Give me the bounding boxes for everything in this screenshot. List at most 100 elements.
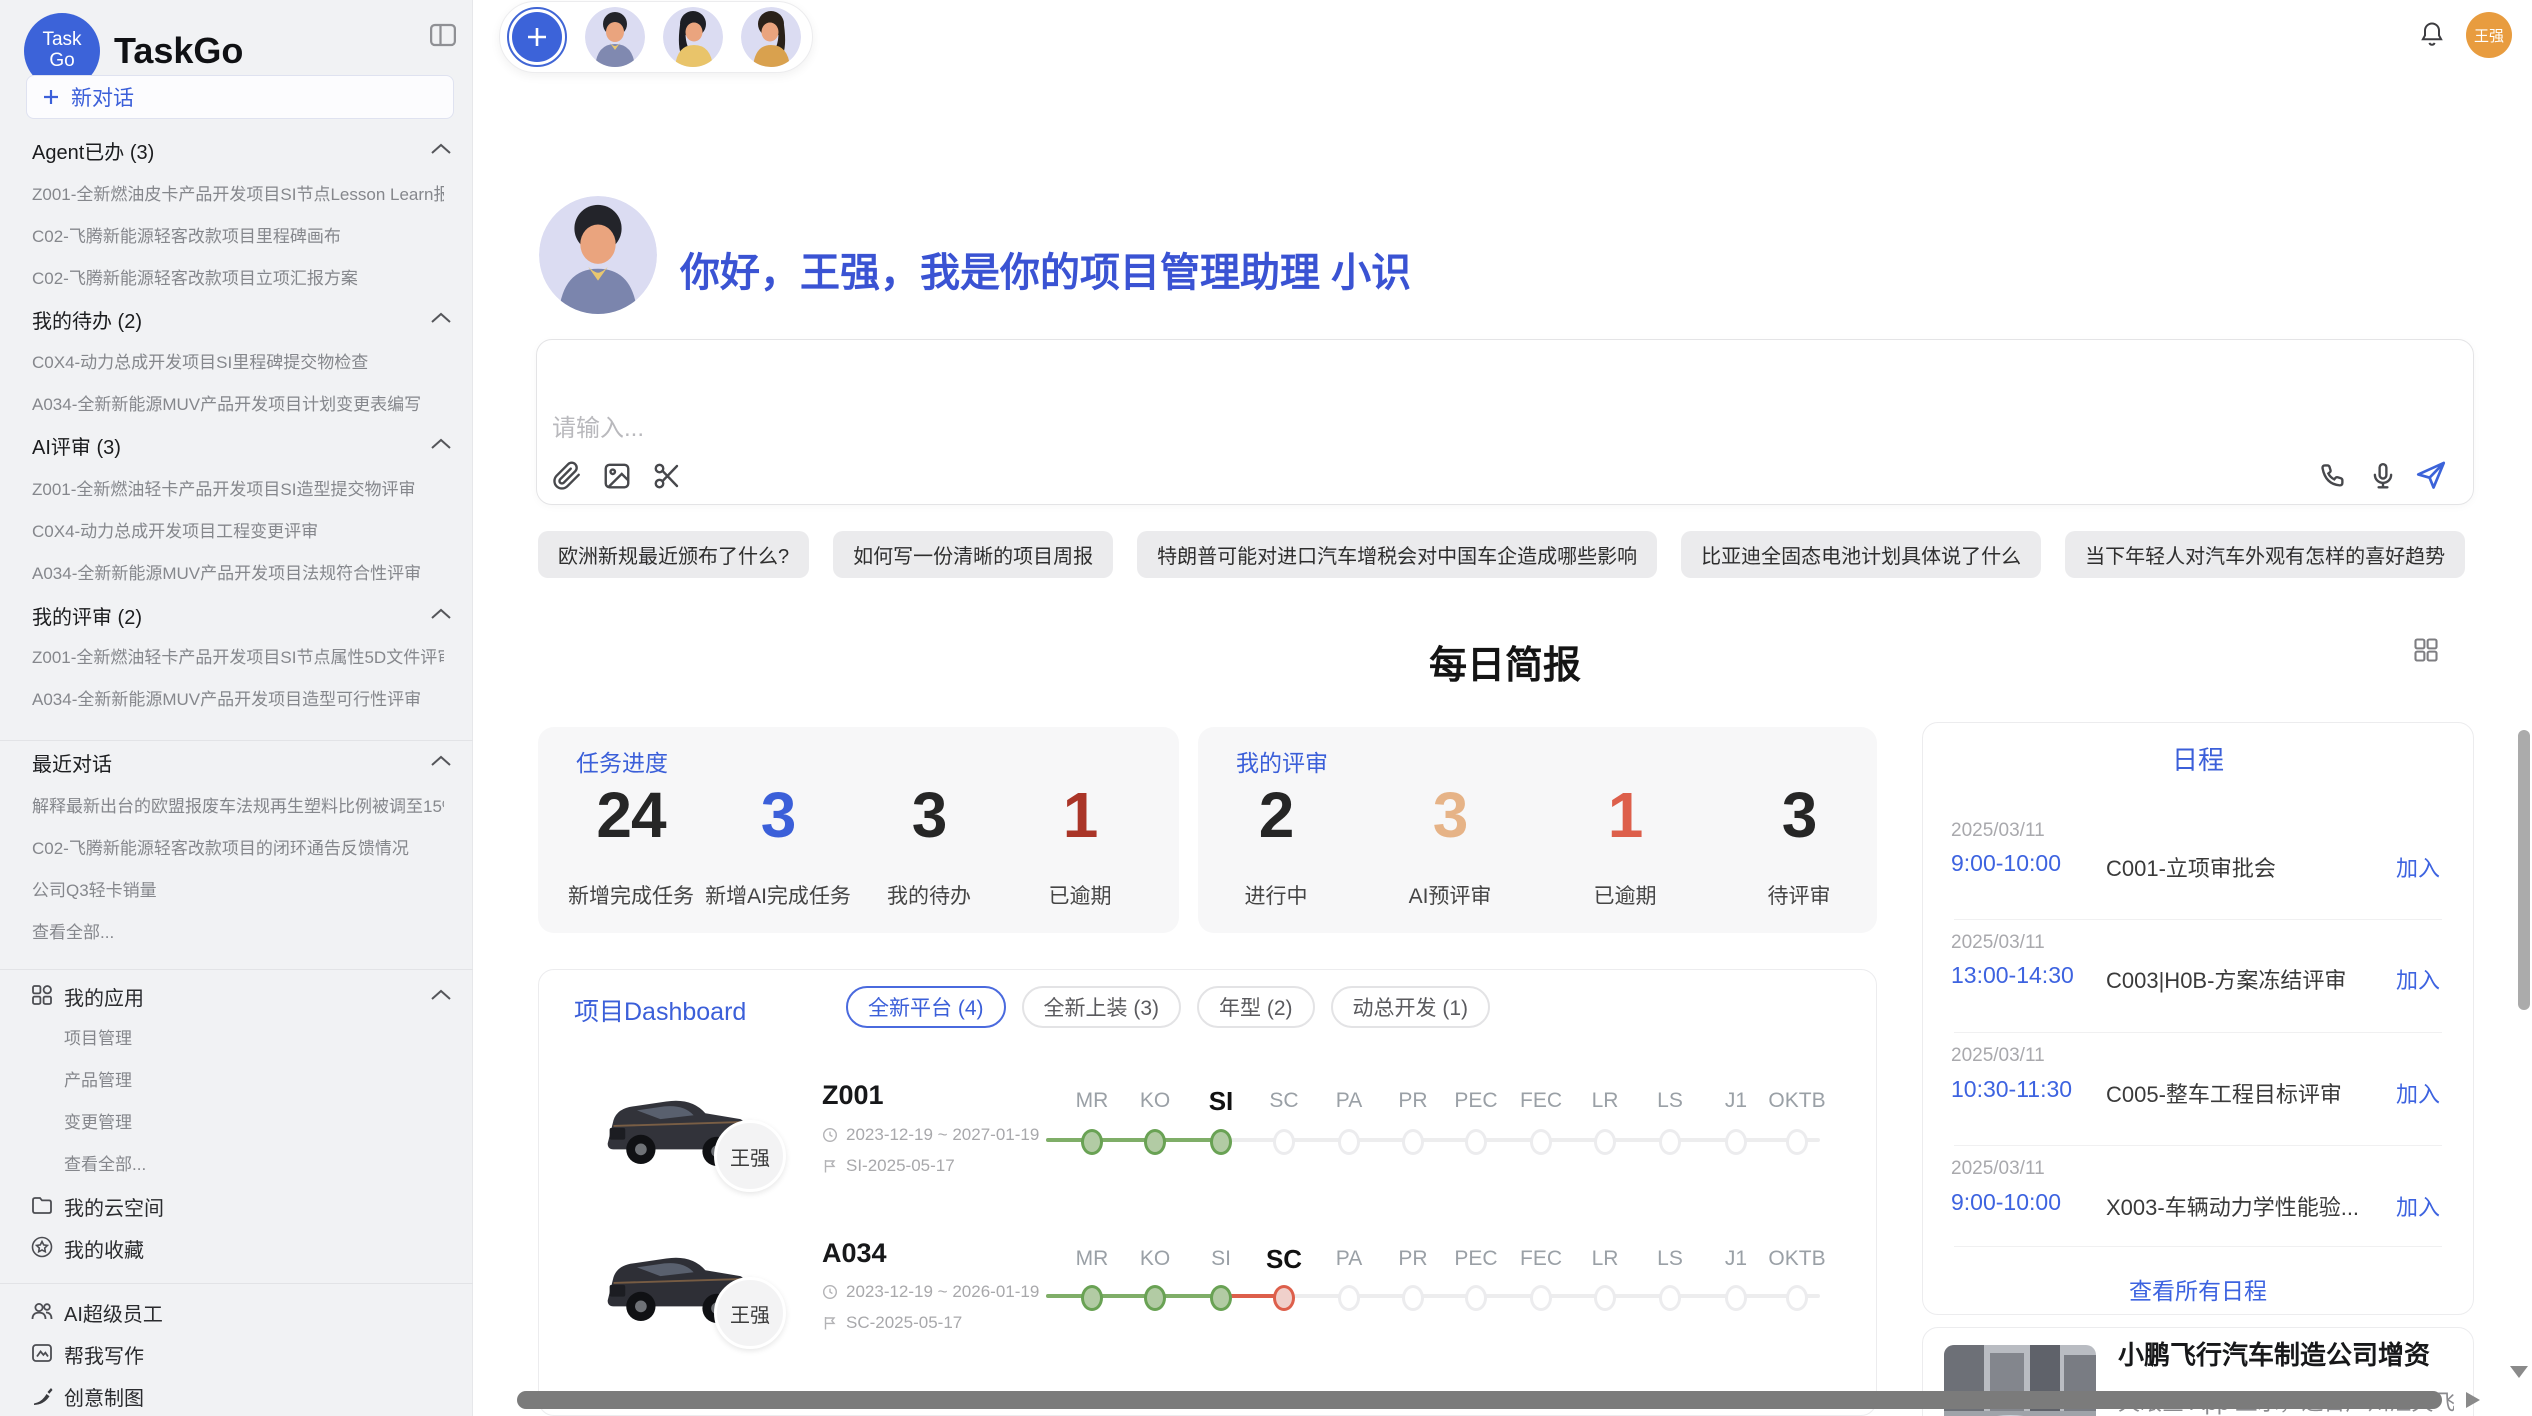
- stat-label: 新增完成任务: [568, 880, 694, 910]
- new-session-button[interactable]: [507, 7, 567, 67]
- join-button[interactable]: 加入: [2396, 963, 2440, 995]
- section-ai-review[interactable]: AI评审 (3): [32, 431, 121, 460]
- tab-all-new-platform[interactable]: 全新平台 (4): [846, 986, 1006, 1028]
- user-avatar[interactable]: 王强: [2466, 12, 2512, 58]
- tab-powertrain[interactable]: 动总开发 (1): [1331, 986, 1491, 1028]
- sidebar-item[interactable]: 公司Q3轻卡销量: [32, 876, 444, 901]
- sidebar-item[interactable]: C02-飞腾新能源轻客改款项目里程碑画布: [32, 222, 444, 247]
- stat-value: 3: [1433, 778, 1468, 852]
- suggestion-chip[interactable]: 如何写一份清晰的项目周报: [833, 531, 1113, 578]
- avatar[interactable]: [585, 7, 645, 67]
- milestone-dot: [1594, 1285, 1616, 1311]
- section-agent-done[interactable]: Agent已办 (3): [32, 136, 154, 165]
- suggestion-chip[interactable]: 欧洲新规最近颁布了什么?: [538, 531, 809, 578]
- vertical-scrollbar[interactable]: [2518, 730, 2530, 1010]
- suggestion-chip[interactable]: 特朗普可能对进口汽车增税会对中国车企造成哪些影响: [1137, 531, 1657, 578]
- milestone-dot: [1786, 1285, 1808, 1311]
- divider: [1954, 1246, 2442, 1247]
- message-input[interactable]: [536, 339, 2474, 505]
- milestone-dot: [1273, 1129, 1295, 1155]
- tab-year-model[interactable]: 年型 (2): [1197, 986, 1315, 1028]
- sidebar-item[interactable]: C02-飞腾新能源轻客改款项目立项汇报方案: [32, 264, 444, 289]
- chevron-up-icon[interactable]: [430, 143, 452, 155]
- join-button[interactable]: 加入: [2396, 1077, 2440, 1109]
- paperclip-icon[interactable]: [552, 461, 584, 493]
- sidebar-item-help-write[interactable]: 帮我写作: [64, 1340, 144, 1369]
- briefing-title: 每日简报: [536, 634, 2474, 689]
- milestone-dot: [1338, 1129, 1360, 1155]
- section-my-review[interactable]: 我的评审 (2): [32, 601, 142, 630]
- schedule-time: 10:30-11:30: [1951, 1076, 2072, 1103]
- scroll-down-arrow[interactable]: [2510, 1366, 2528, 1378]
- schedule-title: 日程: [1922, 740, 2474, 777]
- panel-collapse-icon[interactable]: [428, 20, 458, 50]
- milestone-dot: [1465, 1129, 1487, 1155]
- join-button[interactable]: 加入: [2396, 1190, 2440, 1222]
- sidebar-item[interactable]: Z001-全新燃油轻卡产品开发项目SI节点属性5D文件评审: [32, 643, 444, 668]
- send-icon[interactable]: [2414, 458, 2446, 490]
- project-milestone-label: SI-2025-05-17: [846, 1156, 955, 1176]
- section-recent[interactable]: 最近对话: [32, 748, 112, 777]
- mic-icon[interactable]: [2368, 461, 2400, 493]
- milestone-dot-done: [1210, 1129, 1232, 1155]
- sidebar-item[interactable]: C0X4-动力总成开发项目工程变更评审: [32, 517, 444, 542]
- milestone-dot-overdue: [1273, 1285, 1295, 1311]
- chevron-up-icon[interactable]: [430, 438, 452, 450]
- tab-new-body[interactable]: 全新上装 (3): [1022, 986, 1182, 1028]
- sidebar-item-favorites[interactable]: 我的收藏: [64, 1234, 144, 1263]
- sidebar-item[interactable]: A034-全新新能源MUV产品开发项目法规符合性评审: [32, 559, 444, 584]
- schedule-card: [1922, 722, 2474, 1315]
- sidebar-item[interactable]: C02-飞腾新能源轻客改款项目的闭环通告反馈情况: [32, 834, 444, 859]
- suggestion-chip[interactable]: 比亚迪全固态电池计划具体说了什么: [1681, 531, 2041, 578]
- sidebar-item-project-mgmt[interactable]: 项目管理: [64, 1024, 444, 1049]
- project-milestone-date: SC-2025-05-17: [822, 1313, 962, 1333]
- view-all-schedule[interactable]: 查看所有日程: [1922, 1272, 2474, 1306]
- chevron-up-icon[interactable]: [430, 755, 452, 767]
- pen-icon: [30, 1383, 54, 1407]
- chevron-up-icon[interactable]: [430, 608, 452, 620]
- sidebar-item[interactable]: Z001-全新燃油皮卡产品开发项目SI节点Lesson Learn报告: [32, 180, 444, 205]
- sidebar-item-creative-draw[interactable]: 创意制图: [64, 1382, 144, 1411]
- sidebar-item-my-apps[interactable]: 我的应用: [64, 982, 144, 1011]
- sidebar-item[interactable]: Z001-全新燃油轻卡产品开发项目SI造型提交物评审: [32, 475, 444, 500]
- sidebar-item[interactable]: A034-全新新能源MUV产品开发项目计划变更表编写: [32, 390, 444, 415]
- sidebar-item-ai-staff[interactable]: AI超级员工: [64, 1298, 163, 1327]
- sidebar-item[interactable]: A034-全新新能源MUV产品开发项目造型可行性评审: [32, 685, 444, 710]
- layout-grid-icon[interactable]: [2412, 636, 2440, 664]
- bell-icon[interactable]: [2418, 20, 2446, 48]
- image-icon[interactable]: [602, 461, 634, 493]
- sidebar-item[interactable]: 解释最新出台的欧盟报废车法规再生塑料比例被调至15%...: [32, 792, 444, 817]
- sidebar-item-cloud-space[interactable]: 我的云空间: [64, 1192, 164, 1221]
- milestone-dot-done: [1081, 1285, 1103, 1311]
- suggestion-chip[interactable]: 当下年轻人对汽车外观有怎样的喜好趋势: [2065, 531, 2465, 578]
- milestone-progress: [1046, 1138, 1221, 1142]
- star-icon: [30, 1235, 54, 1259]
- scroll-right-arrow[interactable]: [2466, 1392, 2480, 1408]
- milestone-dot: [1402, 1129, 1424, 1155]
- join-button[interactable]: 加入: [2396, 851, 2440, 883]
- scissors-icon[interactable]: [652, 461, 684, 493]
- recent-view-all[interactable]: 查看全部...: [32, 918, 444, 943]
- owner-name: 王强: [730, 1299, 770, 1328]
- new-chat-button[interactable]: 新对话: [26, 75, 454, 119]
- stat-label: 待评审: [1768, 880, 1831, 910]
- section-my-todo[interactable]: 我的待办 (2): [32, 305, 142, 334]
- avatar[interactable]: [741, 7, 801, 67]
- milestone-dot: [1338, 1285, 1360, 1311]
- schedule-name: C003|H0B-方案冻结评审: [2106, 963, 2346, 995]
- apps-view-all[interactable]: 查看全部...: [64, 1150, 444, 1175]
- sidebar-item-product-mgmt[interactable]: 产品管理: [64, 1066, 444, 1091]
- sidebar-item-change-mgmt[interactable]: 变更管理: [64, 1108, 444, 1133]
- sidebar-item[interactable]: C0X4-动力总成开发项目SI里程碑提交物检查: [32, 348, 444, 373]
- avatar[interactable]: [663, 7, 723, 67]
- stat-value: 24: [596, 778, 665, 852]
- phone-icon[interactable]: [2318, 461, 2350, 493]
- chevron-up-icon[interactable]: [430, 312, 452, 324]
- horizontal-scrollbar[interactable]: [517, 1391, 2442, 1409]
- owner-name: 王强: [730, 1142, 770, 1171]
- divider: [1954, 919, 2442, 920]
- dashboard-tabs: 全新平台 (4) 全新上装 (3) 年型 (2) 动总开发 (1): [846, 986, 1490, 1028]
- chevron-up-icon[interactable]: [430, 989, 452, 1001]
- project-owner-badge: 王强: [714, 1277, 786, 1349]
- assistant-avatar: [539, 196, 657, 314]
